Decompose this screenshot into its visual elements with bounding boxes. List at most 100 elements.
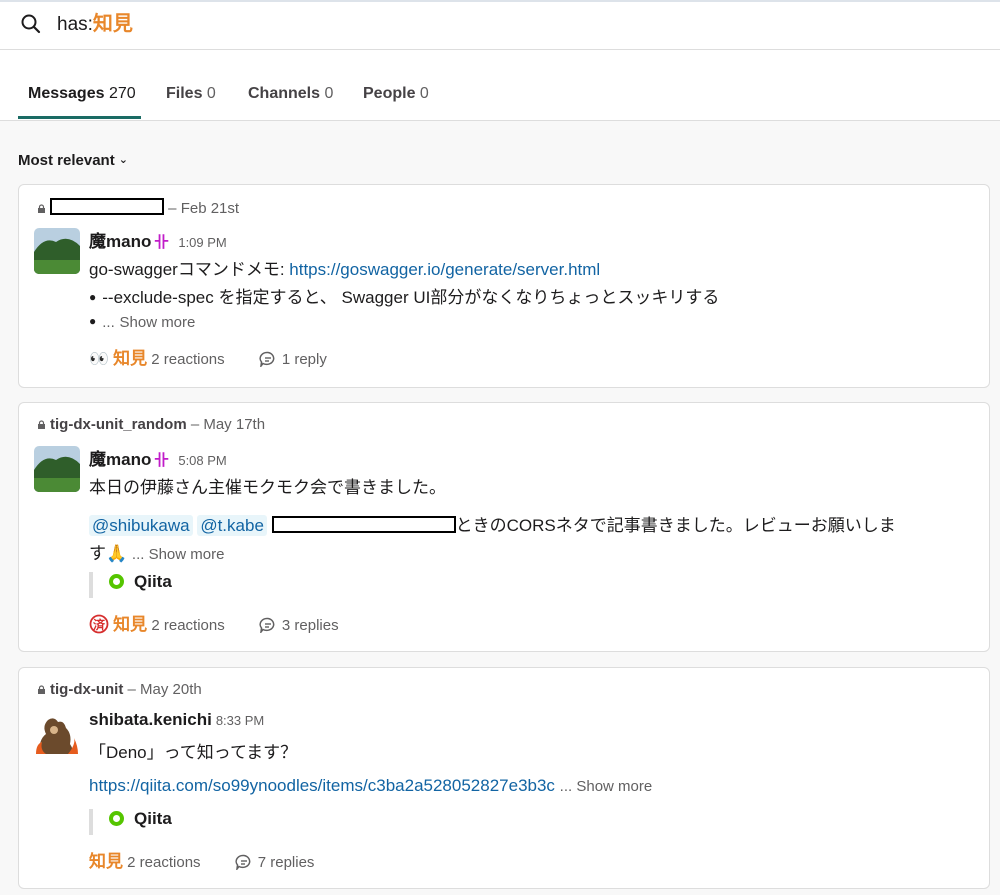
tab-count: 270 (108, 85, 136, 102)
show-more-link[interactable]: ... Show more (560, 778, 653, 795)
search-result[interactable]: tig-dx-unit_random – May 17th 魔mano 卝 5:08… (18, 402, 990, 652)
tab-people[interactable]: People 0 (363, 85, 429, 103)
tab-messages[interactable]: Messages 270 (28, 85, 136, 103)
tab-count: 0 (324, 85, 334, 102)
replies-link[interactable]: 7 replies (235, 854, 315, 871)
author-name[interactable]: 魔mano (89, 450, 151, 469)
tab-count: 0 (419, 85, 429, 102)
tab-channels[interactable]: Channels 0 (248, 85, 333, 103)
message-text: --exclude-spec を指定すると、 Swagger UI部分がなくなり… (102, 288, 720, 307)
sort-dropdown[interactable]: Most relevant ⌄ (18, 152, 128, 169)
kiken-emoji-icon[interactable]: 知見 (113, 615, 147, 634)
result-date[interactable]: May 17th (203, 416, 265, 433)
tab-label: People (363, 85, 416, 102)
tab-label: Channels (248, 85, 321, 102)
qiita-logo-icon (109, 811, 124, 826)
message-line: https://qiita.com/so99ynoodles/items/c3b… (89, 776, 652, 796)
svg-text:卝: 卝 (154, 451, 169, 468)
redacted-text (271, 516, 456, 533)
author-name[interactable]: 魔mano (89, 232, 151, 251)
ellipsis-text: ... (102, 314, 115, 331)
replies-link[interactable]: 3 replies (259, 617, 339, 634)
eyes-emoji-icon[interactable]: 👀 (89, 351, 109, 368)
replies-link[interactable]: 1 reply (259, 351, 327, 368)
user-mention[interactable]: @shibukawa (89, 515, 193, 536)
avatar[interactable] (34, 710, 80, 756)
search-result[interactable]: – Feb 21st 魔mano 卝 1:09 PM go-swaggerコマンドメ… (18, 184, 990, 388)
tab-files[interactable]: Files 0 (166, 85, 216, 103)
reply-count: 3 replies (281, 617, 339, 634)
unfurl-title[interactable]: Qiita (134, 572, 172, 591)
message-line: go-swaggerコマンドメモ: https://goswagger.io/g… (89, 255, 600, 280)
message-line: @shibukawa @t.kabe ときのCORSネタで記事書きました。レビュ… (89, 511, 896, 536)
message-text: 「Deno」って知ってます？ (89, 743, 298, 762)
avatar-image (34, 710, 80, 756)
avatar-image (34, 446, 80, 492)
separator: – (127, 681, 136, 698)
search-query[interactable]: has:知見 (57, 11, 133, 38)
reaction-count[interactable]: 2 reactions (151, 351, 224, 368)
message-author[interactable]: 魔mano 卝 1:09 PM (89, 227, 227, 252)
message-link[interactable]: https://qiita.com/so99ynoodles/items/c3b… (89, 776, 555, 795)
tab-label: Messages (28, 85, 105, 102)
reply-icon (259, 351, 275, 367)
result-date[interactable]: Feb 21st (181, 200, 239, 217)
reaction-count[interactable]: 2 reactions (151, 617, 224, 634)
reactions-row: 👀 知見 2 reactions 1 reply (89, 344, 327, 369)
message-text: 本日の伊藤さん主催モクモク会で書きました。 (89, 478, 446, 497)
separator: – (168, 200, 177, 217)
tab-label: Files (166, 85, 203, 102)
message-time[interactable]: 1:09 PM (178, 235, 226, 250)
message-bullet: ●... Show more (89, 312, 195, 332)
separator: – (190, 416, 200, 433)
redacted-channel (50, 198, 164, 215)
result-date[interactable]: May 20th (140, 681, 202, 698)
bullet-icon: ● (89, 314, 97, 328)
result-meta: – Feb 21st (37, 198, 239, 217)
message-line: 「Deno」って知ってます？ (89, 738, 297, 763)
lock-icon (38, 420, 45, 429)
message-bullet: ● --exclude-spec を指定すると、 Swagger UI部分がなくな… (89, 283, 719, 308)
search-result[interactable]: tig-dx-unit – May 20th shibata.kenichi 8:… (18, 667, 990, 889)
sumi-stamp-emoji-icon[interactable]: 済 (89, 614, 109, 634)
message-author[interactable]: shibata.kenichi 8:33 PM (89, 710, 264, 730)
channel-name[interactable]: tig-dx-unit_random (50, 416, 187, 433)
author-name[interactable]: shibata.kenichi (89, 710, 212, 729)
user-mention[interactable]: @t.kabe (197, 515, 267, 536)
show-more-link[interactable]: Show more (120, 314, 196, 331)
search-query-text: has: (57, 14, 93, 35)
chevron-down-icon: ⌄ (118, 154, 128, 166)
message-text: go-swaggerコマンドメモ: (89, 260, 290, 279)
link-unfurl[interactable]: Qiita (89, 809, 172, 835)
pray-emoji-icon: 🙏 (106, 544, 128, 563)
message-link[interactable]: https://goswagger.io/generate/server.htm… (289, 260, 600, 279)
message-time[interactable]: 8:33 PM (216, 713, 264, 728)
reply-count: 7 replies (257, 854, 315, 871)
result-meta: tig-dx-unit_random – May 17th (37, 416, 265, 433)
svg-text:卝: 卝 (154, 233, 169, 250)
reaction-count[interactable]: 2 reactions (127, 854, 200, 871)
message-line: 本日の伊藤さん主催モクモク会で書きました。 (89, 473, 446, 498)
link-unfurl[interactable]: Qiita (89, 572, 172, 598)
show-more-link[interactable]: ... Show more (132, 546, 225, 563)
result-meta: tig-dx-unit – May 20th (37, 681, 202, 698)
status-emoji-icon: 卝 (154, 233, 169, 250)
avatar[interactable] (34, 446, 80, 492)
reply-icon (235, 854, 251, 870)
search-bar[interactable]: has:知見 (0, 2, 1000, 50)
message-line: す🙏 ... Show more (89, 539, 224, 564)
unfurl-title[interactable]: Qiita (134, 809, 172, 828)
status-emoji-icon: 卝 (154, 451, 169, 468)
search-icon (21, 14, 41, 34)
kiken-emoji-icon[interactable]: 知見 (113, 349, 147, 368)
avatar[interactable] (34, 228, 80, 274)
channel-name[interactable]: tig-dx-unit (50, 681, 123, 698)
kiken-emoji-icon[interactable]: 知見 (89, 852, 123, 871)
reactions-row: 知見 2 reactions 7 replies (89, 847, 314, 872)
lock-icon (38, 685, 45, 694)
message-author[interactable]: 魔mano 卝 5:08 PM (89, 445, 227, 470)
result-tabs: Messages 270 Files 0 Channels 0 People 0 (0, 50, 1000, 121)
message-time[interactable]: 5:08 PM (178, 453, 226, 468)
reply-count: 1 reply (281, 351, 327, 368)
reactions-row: 済 知見 2 reactions 3 replies (89, 610, 339, 635)
